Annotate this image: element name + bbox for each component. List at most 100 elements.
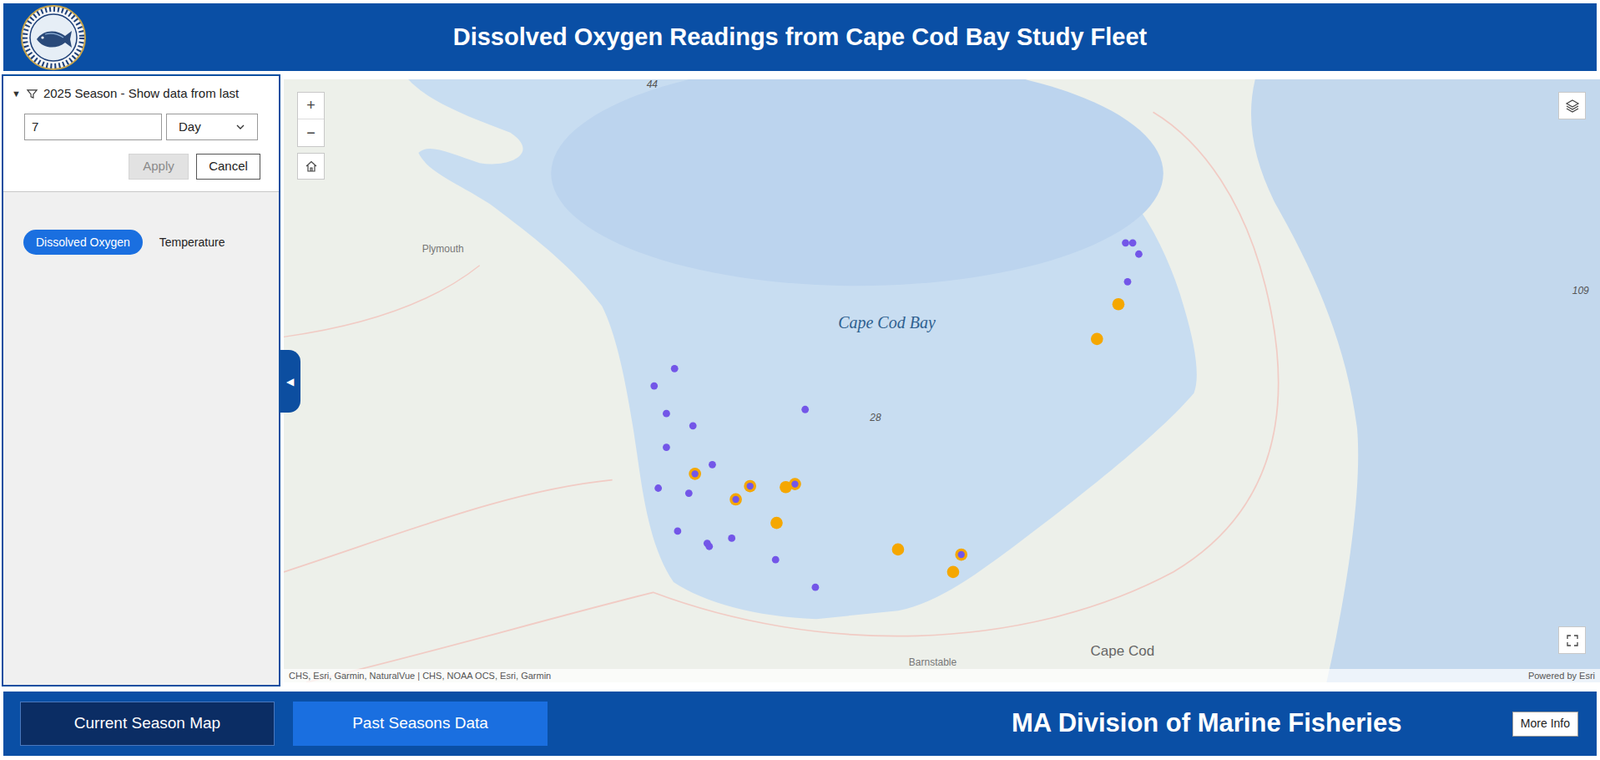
- reading-marker[interactable]: [662, 409, 671, 418]
- map-label: 109: [1572, 282, 1590, 298]
- zoom-out-button[interactable]: −: [297, 119, 324, 147]
- marker-dot[interactable]: [772, 555, 780, 564]
- reading-marker[interactable]: [662, 443, 671, 451]
- marker-dot[interactable]: [708, 460, 717, 469]
- marker-dot[interactable]: [743, 479, 757, 493]
- reading-marker[interactable]: [954, 548, 968, 561]
- fullscreen-button[interactable]: [1558, 625, 1586, 654]
- reading-marker[interactable]: [654, 484, 662, 492]
- marker-dot[interactable]: [685, 489, 693, 497]
- marker-dot[interactable]: [954, 548, 968, 561]
- reading-marker[interactable]: [947, 565, 960, 578]
- chevron-down-icon: [235, 121, 246, 132]
- reading-marker[interactable]: [685, 489, 693, 497]
- zoom-controls: + −: [297, 91, 325, 147]
- zoom-in-button[interactable]: +: [297, 92, 324, 120]
- unit-select[interactable]: Day: [166, 113, 258, 142]
- filter-label: 2025 Season - Show data from last: [43, 84, 239, 104]
- marker-dot[interactable]: [1121, 238, 1130, 247]
- marker-dot[interactable]: [958, 550, 965, 558]
- side-panel: ▼ 2025 Season - Show data from last 7 Da…: [1, 74, 281, 687]
- marker-dot[interactable]: [691, 469, 699, 477]
- footer-tab[interactable]: Past Seasons Data: [292, 701, 548, 746]
- marker-dot[interactable]: [688, 467, 702, 480]
- reading-marker[interactable]: [1129, 238, 1137, 247]
- marker-dot[interactable]: [662, 409, 671, 418]
- reading-marker[interactable]: [727, 534, 736, 542]
- marker-dot[interactable]: [947, 565, 960, 578]
- reading-marker[interactable]: [1112, 297, 1126, 311]
- marker-dot[interactable]: [801, 405, 809, 414]
- map-label: Cape Cod Bay: [837, 309, 936, 335]
- reading-marker[interactable]: [671, 364, 679, 373]
- attribution-bar: CHS, Esri, Garmin, NaturalVue | CHS, NOA…: [283, 668, 1600, 683]
- reading-marker[interactable]: [743, 479, 757, 493]
- collapse-panel-button[interactable]: ◀: [279, 349, 301, 413]
- marker-dot[interactable]: [1124, 277, 1132, 286]
- reading-marker[interactable]: [708, 460, 717, 469]
- home-button[interactable]: [297, 152, 325, 180]
- map-label: 28: [869, 409, 881, 425]
- reading-marker[interactable]: [801, 405, 809, 414]
- layer-toggle: Dissolved Oxygen Temperature: [3, 229, 279, 255]
- reading-marker[interactable]: [650, 382, 658, 390]
- reading-marker[interactable]: [729, 493, 742, 506]
- reading-marker[interactable]: [688, 467, 702, 480]
- layer-toggle-button[interactable]: Dissolved Oxygen: [23, 229, 143, 255]
- marker-dot[interactable]: [812, 583, 820, 591]
- marker-dot[interactable]: [671, 364, 679, 373]
- reading-marker[interactable]: [689, 421, 697, 430]
- marker-dot[interactable]: [747, 482, 754, 490]
- reading-marker[interactable]: [1121, 238, 1130, 247]
- marker-dot[interactable]: [673, 526, 682, 535]
- reading-marker[interactable]: [705, 542, 713, 551]
- map-canvas[interactable]: [283, 79, 1600, 682]
- expand-toggle[interactable]: ▼: [11, 86, 21, 101]
- marker-dot[interactable]: [1129, 238, 1137, 247]
- reading-marker[interactable]: [770, 516, 783, 530]
- marker-dot[interactable]: [689, 421, 697, 430]
- layer-toggle-button[interactable]: Temperature: [152, 229, 233, 255]
- organization-name: MA Division of Marine Fisheries: [1011, 703, 1402, 743]
- map-label: 44: [646, 79, 658, 92]
- more-info-button[interactable]: More Info: [1512, 711, 1579, 737]
- attribution: CHS, Esri, Garmin, NaturalVue | CHS, NOA…: [288, 668, 551, 683]
- filter-box: ▼ 2025 Season - Show data from last 7 Da…: [3, 75, 279, 192]
- marker-dot[interactable]: [770, 516, 783, 530]
- marker-dot[interactable]: [662, 443, 671, 451]
- marker-dot[interactable]: [650, 382, 658, 390]
- map-label: Plymouth: [422, 241, 465, 257]
- marker-dot[interactable]: [1135, 250, 1143, 258]
- reading-marker[interactable]: [892, 543, 905, 556]
- marker-dot[interactable]: [1090, 332, 1104, 345]
- marker-dot[interactable]: [729, 493, 742, 506]
- marker-dot[interactable]: [705, 542, 713, 551]
- unit-value: Day: [178, 117, 202, 137]
- reading-marker[interactable]: [1090, 332, 1104, 345]
- reading-marker[interactable]: [1135, 250, 1143, 258]
- powered-by[interactable]: Powered by Esri: [1528, 668, 1595, 683]
- layers-icon: [1564, 98, 1580, 114]
- reading-marker[interactable]: [812, 583, 820, 591]
- logo: [3, 4, 112, 71]
- marker-dot[interactable]: [727, 534, 736, 542]
- cancel-button[interactable]: Cancel: [196, 153, 261, 180]
- reading-marker[interactable]: [673, 526, 682, 535]
- apply-button[interactable]: Apply: [128, 153, 189, 180]
- layers-button[interactable]: [1558, 91, 1586, 120]
- marker-dot[interactable]: [731, 495, 739, 503]
- marker-dot[interactable]: [1112, 297, 1126, 311]
- header: Dissolved Oxygen Readings from Cape Cod …: [3, 3, 1597, 71]
- reading-marker[interactable]: [788, 477, 802, 490]
- fish-seal-icon: [20, 4, 87, 71]
- reading-marker[interactable]: [772, 555, 780, 564]
- reading-marker[interactable]: [1124, 277, 1132, 286]
- marker-dot[interactable]: [788, 477, 802, 490]
- marker-dot[interactable]: [791, 479, 798, 487]
- marker-dot[interactable]: [892, 543, 905, 556]
- marker-dot[interactable]: [654, 484, 662, 492]
- map[interactable]: 44PlymouthCape Cod Bay28109Cape CodBarns…: [283, 79, 1600, 682]
- footer-tab[interactable]: Current Season Map: [20, 701, 275, 746]
- filter-value-input[interactable]: 7: [24, 113, 162, 142]
- footer: Current Season Map Past Seasons Data MA D…: [3, 691, 1597, 756]
